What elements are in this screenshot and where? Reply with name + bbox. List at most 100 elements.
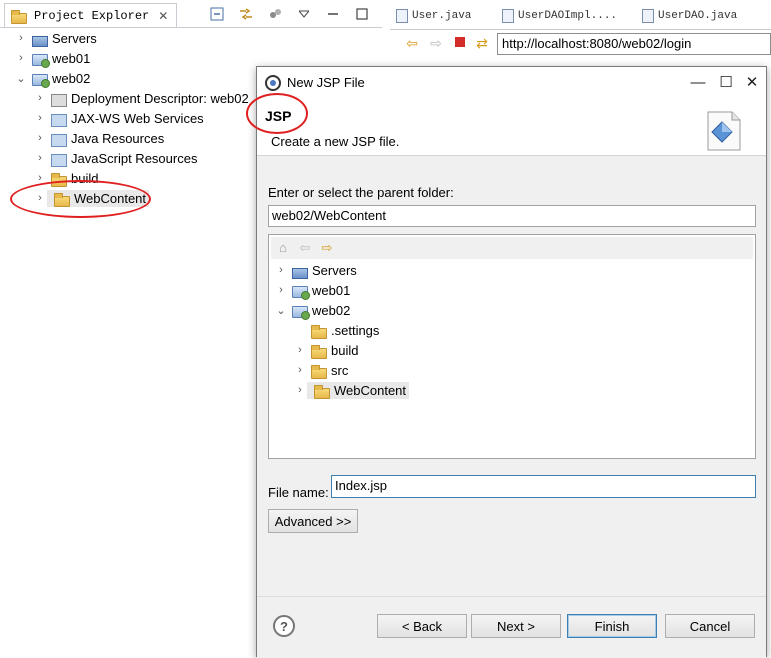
editor-tab-userdao[interactable]: UserDAO.java [642,6,737,26]
chevron-right-icon[interactable]: › [293,363,307,377]
tree-item-servers[interactable]: › Servers [14,28,97,48]
forward-arrow-icon[interactable]: ⇨ [319,240,335,256]
tree-item-java-resources[interactable]: › Java Resources [33,128,164,148]
browser-toolbar: ⇦ ⇨ ⇄ http://localhost:8080/web02/login [390,30,771,58]
project-explorer-tab[interactable]: Project Explorer ✕ [4,3,178,27]
close-button[interactable]: ✕ [740,71,764,93]
chevron-right-icon[interactable]: › [274,263,288,277]
folder-tree-item-web01[interactable]: › web01 [274,280,350,300]
tree-item-label: build [71,170,99,186]
editor-tab-user-java[interactable]: User.java [396,6,471,26]
refresh-icon[interactable]: ⇄ [474,35,490,51]
folder-tree-label: .settings [331,322,380,338]
back-arrow-icon[interactable]: ⇦ [297,240,313,256]
tree-item-webcontent[interactable]: › WebContent [33,188,150,208]
chevron-right-icon[interactable]: › [14,51,28,65]
help-icon[interactable]: ? [273,615,295,637]
explorer-tab-bar: Project Explorer ✕ [0,0,382,28]
folder-tree-item-build[interactable]: › build [293,340,358,360]
folder-icon [311,364,327,379]
parent-folder-input[interactable]: web02/WebContent [268,205,756,227]
web-project-icon [292,306,310,320]
chevron-right-icon[interactable]: › [33,151,47,165]
url-input[interactable]: http://localhost:8080/web02/login [497,33,771,55]
folder-icon [311,344,327,359]
dialog-title-bar: New JSP File — ☐ ✕ [257,67,766,98]
dialog-body: Enter or select the parent folder: web02… [257,156,766,596]
editor-tab-bar: User.java UserDAOImpl.... UserDAO.java [390,0,771,30]
tree-item-selection: WebContent [47,189,150,207]
servers-folder-icon [32,35,48,47]
folder-tree-label: web01 [312,282,351,298]
collapse-all-icon[interactable] [209,6,225,22]
tree-item-web02[interactable]: ⌄ web02 [14,68,90,88]
java-file-icon [642,9,654,23]
chevron-right-icon[interactable]: › [293,383,307,397]
cancel-button[interactable]: Cancel [665,614,755,638]
chevron-right-icon[interactable]: › [33,131,47,145]
tree-item-label: JavaScript Resources [71,150,198,166]
project-explorer-icon [11,10,27,24]
file-name-label: File name: [268,485,329,500]
close-icon[interactable]: ✕ [158,9,168,23]
dialog-title: New JSP File [287,75,365,90]
tree-item-javascript-resources[interactable]: › JavaScript Resources [33,148,197,168]
folder-tree-label: build [331,342,359,358]
explorer-toolbar [209,6,370,22]
tree-item-label: WebContent [74,190,147,206]
back-arrow-icon[interactable]: ⇦ [404,35,420,51]
dialog-header-title: JSP [265,108,292,124]
chevron-right-icon[interactable]: › [14,31,28,45]
dialog-footer: ? < Back Next > Finish Cancel [257,596,766,658]
jsp-wizard-icon [707,111,741,151]
chevron-right-icon[interactable]: › [293,343,307,357]
tree-item-label: web02 [52,70,91,86]
folder-tree-item-settings[interactable]: .settings [293,320,379,340]
chevron-right-icon[interactable]: › [33,171,47,185]
advanced-button[interactable]: Advanced >> [268,509,358,533]
tree-item-deployment-descriptor[interactable]: › Deployment Descriptor: web02 [33,88,249,108]
chevron-down-icon[interactable]: ⌄ [14,71,28,85]
chevron-right-icon[interactable]: › [33,91,47,105]
folder-tree-item-servers[interactable]: › Servers [274,260,357,280]
maximize-icon[interactable] [354,6,370,22]
folder-tree[interactable]: ⌂ ⇦ ⇨ › Servers › web01 ⌄ web02 .setting… [268,234,756,459]
forward-arrow-icon[interactable]: ⇨ [428,35,444,51]
chevron-right-icon[interactable]: › [33,111,47,125]
chevron-right-icon[interactable]: › [33,191,47,205]
link-with-editor-icon[interactable] [238,6,254,22]
chevron-down-icon[interactable]: ⌄ [274,303,288,317]
servers-folder-icon [292,267,308,279]
web-project-icon [32,74,50,88]
folder-tree-item-webcontent[interactable]: › WebContent [293,380,410,400]
dialog-header-description: Create a new JSP file. [271,134,400,149]
editor-tab-userdaoimpl[interactable]: UserDAOImpl.... [502,6,617,26]
folder-tree-item-web02[interactable]: ⌄ web02 [274,300,350,320]
filter-icon[interactable] [267,6,283,22]
web-project-icon [32,54,50,68]
chevron-right-icon[interactable]: › [274,283,288,297]
file-name-input[interactable]: Index.jsp [331,475,756,498]
folder-tree-selection: WebContent [307,381,410,399]
project-explorer-tab-label: Project Explorer [34,8,150,23]
minimize-icon[interactable] [325,6,341,22]
back-button[interactable]: < Back [377,614,467,638]
open-folder-icon [54,192,70,207]
tree-item-label: JAX-WS Web Services [71,110,204,126]
maximize-button[interactable]: ☐ [714,71,738,93]
tree-item-web01[interactable]: › web01 [14,48,90,68]
folder-tree-item-src[interactable]: › src [293,360,348,380]
view-menu-icon[interactable] [296,6,312,22]
next-button[interactable]: Next > [471,614,561,638]
stop-icon[interactable] [452,35,468,51]
web-project-icon [292,286,310,300]
javascript-resources-icon [51,153,67,167]
folder-icon [51,172,67,187]
home-icon[interactable]: ⌂ [275,240,291,256]
finish-button[interactable]: Finish [567,614,657,638]
tree-item-jax-ws[interactable]: › JAX-WS Web Services [33,108,204,128]
tree-item-build[interactable]: › build [33,168,98,188]
folder-tree-toolbar: ⌂ ⇦ ⇨ [271,237,753,259]
web-services-icon [51,113,67,127]
minimize-button[interactable]: — [686,71,710,93]
